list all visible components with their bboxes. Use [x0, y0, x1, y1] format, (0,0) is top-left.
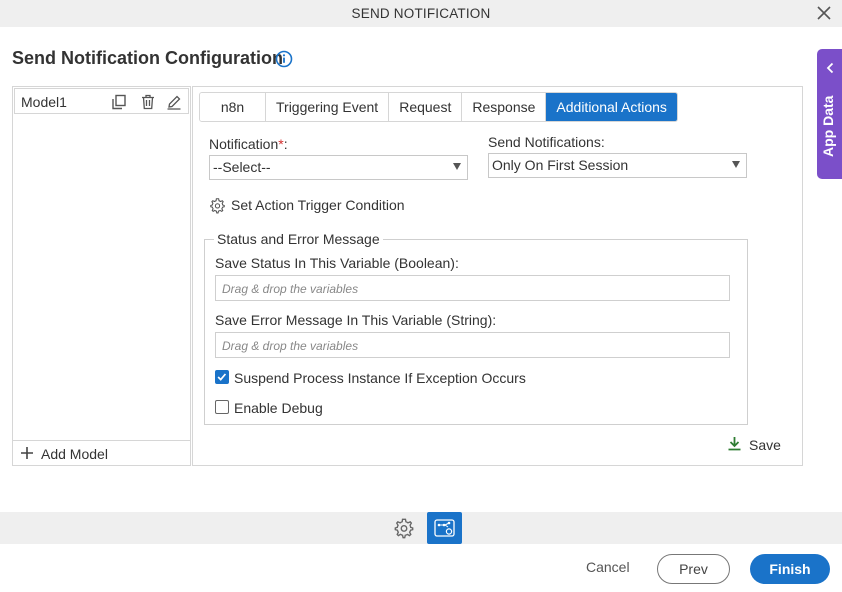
- status-error-fieldset: Status and Error Message Save Status In …: [204, 231, 748, 425]
- configuration-panel: n8n Triggering Event Request Response Ad…: [192, 86, 803, 466]
- dialog-titlebar: SEND NOTIFICATION: [0, 0, 842, 27]
- chevron-down-icon: [732, 161, 740, 168]
- save-label: Save: [749, 437, 781, 453]
- chevron-down-icon: [453, 163, 461, 170]
- notification-label: Notification*:: [209, 136, 288, 152]
- send-notifications-value: Only On First Session: [492, 157, 629, 173]
- workflow-icon: [434, 519, 455, 537]
- notification-select[interactable]: --Select--: [209, 155, 468, 180]
- tab-triggering-event[interactable]: Triggering Event: [266, 93, 390, 121]
- delete-icon[interactable]: [140, 94, 156, 110]
- model-name: Model1: [21, 94, 67, 110]
- dialog-title: SEND NOTIFICATION: [351, 6, 491, 21]
- finish-button[interactable]: Finish: [750, 554, 830, 584]
- notification-select-value: --Select--: [213, 159, 271, 175]
- checkmark-icon: [217, 373, 227, 381]
- gear-icon: [210, 198, 225, 214]
- download-icon: [728, 437, 741, 451]
- trigger-condition-label: Set Action Trigger Condition: [231, 197, 405, 213]
- copy-icon[interactable]: [111, 94, 127, 110]
- error-variable-label: Save Error Message In This Variable (Str…: [215, 312, 497, 328]
- error-variable-dropzone[interactable]: Drag & drop the variables: [215, 332, 730, 358]
- model-list-panel: Model1 Add Model: [12, 86, 191, 466]
- app-data-label: App Data: [820, 95, 836, 157]
- tab-n8n[interactable]: n8n: [200, 93, 266, 121]
- suspend-process-label: Suspend Process Instance If Exception Oc…: [234, 370, 526, 386]
- status-variable-dropzone[interactable]: Drag & drop the variables: [215, 275, 730, 301]
- plus-icon: [21, 447, 33, 459]
- bottom-toolbar: [0, 512, 842, 544]
- enable-debug-label: Enable Debug: [234, 400, 323, 416]
- suspend-process-checkbox[interactable]: [215, 370, 229, 384]
- prev-button[interactable]: Prev: [657, 554, 730, 584]
- tab-bar: n8n Triggering Event Request Response Ad…: [199, 92, 678, 122]
- send-notifications-label: Send Notifications:: [488, 134, 605, 150]
- chevron-left-icon: [826, 62, 834, 74]
- add-model-button[interactable]: Add Model: [13, 440, 190, 465]
- status-error-legend: Status and Error Message: [214, 231, 383, 247]
- status-variable-label: Save Status In This Variable (Boolean):: [215, 255, 459, 271]
- settings-gear-icon[interactable]: [393, 517, 415, 539]
- send-notifications-select[interactable]: Only On First Session: [488, 153, 747, 178]
- app-data-panel-toggle[interactable]: App Data: [817, 49, 842, 179]
- model-list-item[interactable]: Model1: [14, 88, 189, 114]
- tab-request[interactable]: Request: [389, 93, 463, 121]
- tab-additional-actions[interactable]: Additional Actions: [546, 93, 677, 121]
- workflow-button[interactable]: [427, 512, 462, 544]
- cancel-button[interactable]: Cancel: [586, 559, 630, 575]
- close-icon[interactable]: [816, 5, 832, 21]
- tab-response[interactable]: Response: [462, 93, 547, 121]
- add-model-label: Add Model: [41, 446, 108, 462]
- enable-debug-checkbox[interactable]: [215, 400, 229, 414]
- info-icon[interactable]: [275, 50, 293, 68]
- edit-icon[interactable]: [166, 94, 182, 110]
- page-title: Send Notification Configuration: [12, 48, 283, 68]
